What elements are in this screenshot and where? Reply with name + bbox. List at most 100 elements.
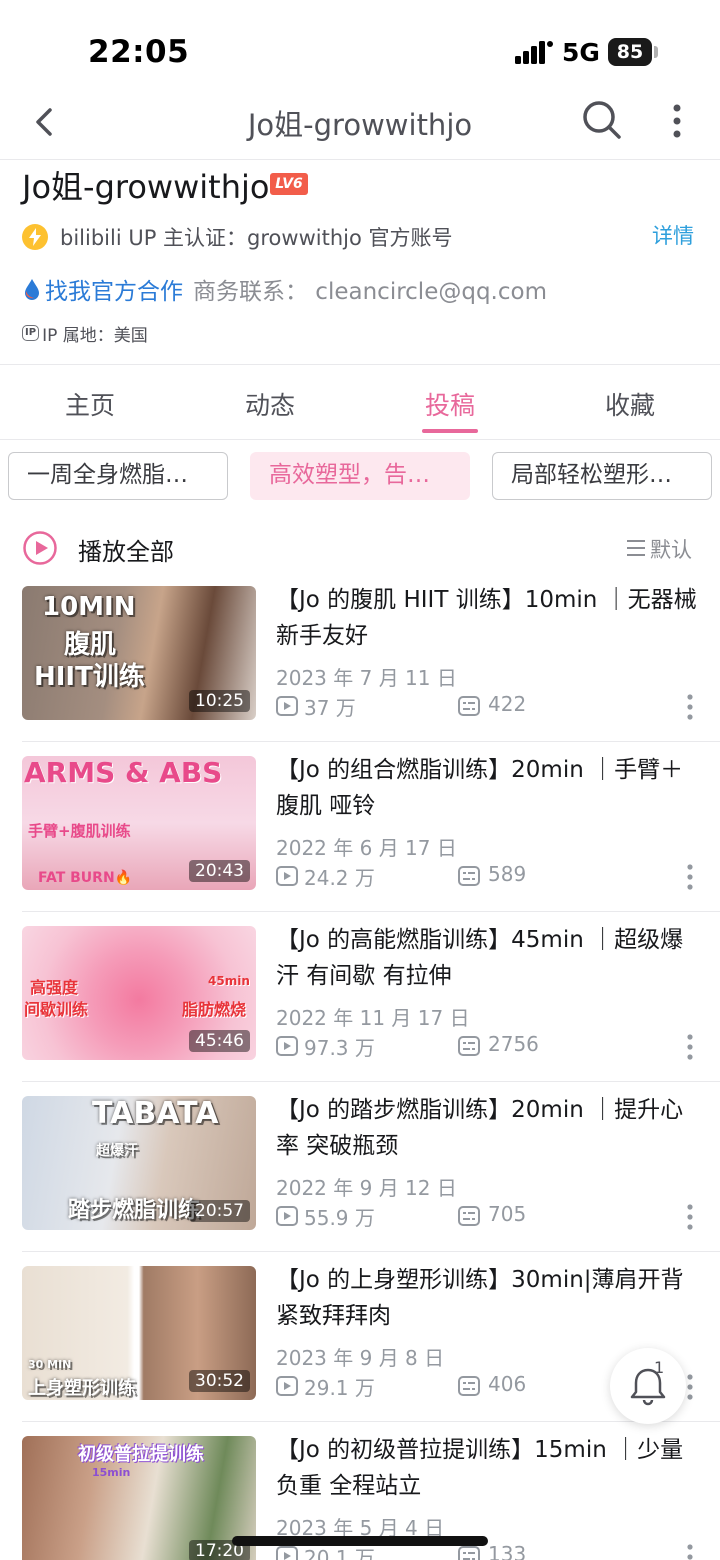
thumbnail-caption: 45min xyxy=(208,974,250,988)
profile-section: Jo姐-growwithjo LV6 bilibili UP 主认证：groww… xyxy=(0,160,720,365)
business-contact: 商务联系： cleancircle@qq.com xyxy=(193,279,547,305)
video-date: 2022 年 9 月 12 日 xyxy=(276,1176,457,1200)
sort-list-icon[interactable] xyxy=(626,539,646,557)
chevron-left-icon[interactable] xyxy=(28,102,64,142)
cooperation-link[interactable]: 找我官方合作 xyxy=(45,272,183,306)
more-vertical-icon[interactable] xyxy=(686,864,694,890)
more-vertical-icon[interactable] xyxy=(686,1034,694,1060)
nav-bar: Jo姐-growwithjo xyxy=(0,84,720,160)
play-circle-icon xyxy=(23,531,57,565)
more-vertical-icon[interactable] xyxy=(686,694,694,720)
thumbnail-caption: TABATA xyxy=(92,1096,219,1131)
tab-uploads[interactable]: 投稿 xyxy=(390,386,510,422)
thumbnail-caption: 手臂+腹肌训练 xyxy=(28,822,131,840)
collection-chip[interactable]: 一周全身燃脂… xyxy=(8,452,228,500)
video-duration: 20:57 xyxy=(189,1200,250,1222)
video-plays: 29.1 万 xyxy=(304,1376,375,1400)
video-thumbnail[interactable]: 高强度 间歇训练 45min 脂肪燃烧 45:46 xyxy=(22,926,256,1060)
video-plays: 55.9 万 xyxy=(304,1206,375,1230)
nav-title: Jo姐-growwithjo xyxy=(247,108,473,142)
video-duration: 30:52 xyxy=(189,1370,250,1392)
profile-name: Jo姐-growwithjo xyxy=(22,168,270,206)
video-plays: 24.2 万 xyxy=(304,866,375,890)
tab-favorites[interactable]: 收藏 xyxy=(570,386,690,422)
tab-home[interactable]: 主页 xyxy=(30,386,150,422)
danmaku-icon xyxy=(458,696,480,716)
video-thumbnail[interactable]: 30 MIN 上身塑形训练 30:52 xyxy=(22,1266,256,1400)
collection-chip-active[interactable]: 高效塑型，告… xyxy=(250,452,470,500)
video-danmaku: 406 xyxy=(488,1372,527,1396)
thumbnail-caption: 间歇训练 xyxy=(24,1000,89,1019)
thumbnail-caption: 踏步燃脂训练 xyxy=(68,1198,201,1223)
video-title[interactable]: 【Jo 的上身塑形训练】30min|薄肩开背 紧致拜拜肉 xyxy=(276,1262,706,1334)
video-item[interactable]: 高强度 间歇训练 45min 脂肪燃烧 45:46 【Jo 的高能燃脂训练】45… xyxy=(0,912,720,1082)
thumbnail-caption: 高强度 xyxy=(30,978,79,997)
thumbnail-caption: 30 MIN xyxy=(28,1358,72,1371)
video-thumbnail[interactable]: TABATA 超爆汗 踏步燃脂训练 20:57 xyxy=(22,1096,256,1230)
danmaku-icon xyxy=(458,1546,480,1560)
thumbnail-caption: 10MIN xyxy=(42,592,136,622)
sort-label[interactable]: 默认 xyxy=(650,534,692,564)
more-vertical-icon[interactable] xyxy=(686,1204,694,1230)
status-time: 22:05 xyxy=(88,34,190,70)
cooperation-row: 找我官方合作 商务联系： cleancircle@qq.com xyxy=(22,272,547,306)
lightning-icon xyxy=(22,224,48,250)
video-item[interactable]: 10MIN 腹肌 HIIT训练 10:25 【Jo 的腹肌 HIIT 训练】10… xyxy=(0,572,720,742)
play-count-icon xyxy=(276,1206,298,1226)
video-thumbnail[interactable]: 10MIN 腹肌 HIIT训练 10:25 xyxy=(22,586,256,720)
play-count-icon xyxy=(276,1376,298,1396)
video-date: 2022 年 11 月 17 日 xyxy=(276,1006,470,1030)
video-title[interactable]: 【Jo 的组合燃脂训练】20min ｜手臂＋腹肌 哑铃 xyxy=(276,752,706,824)
video-danmaku: 422 xyxy=(488,692,527,716)
danmaku-icon xyxy=(458,1376,480,1396)
play-all-row[interactable]: 播放全部 默认 xyxy=(0,526,720,572)
video-title[interactable]: 【Jo 的高能燃脂训练】45min ｜超级爆汗 有间歇 有拉伸 xyxy=(276,922,706,994)
video-duration: 45:46 xyxy=(189,1030,250,1052)
video-plays: 37 万 xyxy=(304,696,356,720)
video-title[interactable]: 【Jo 的踏步燃脂训练】20min ｜提升心率 突破瓶颈 xyxy=(276,1092,706,1164)
certification-row: bilibili UP 主认证：growwithjo 官方账号 xyxy=(22,222,453,252)
danmaku-icon xyxy=(458,866,480,886)
home-indicator xyxy=(232,1536,488,1546)
battery-level: 85 xyxy=(616,41,644,63)
play-count-icon xyxy=(276,1036,298,1056)
thumbnail-caption: ARMS & ABS xyxy=(24,756,223,789)
thumbnail-caption: HIIT训练 xyxy=(34,662,145,692)
tab-bar: 主页 动态 投稿 收藏 xyxy=(0,366,720,440)
more-vertical-icon[interactable] xyxy=(664,102,690,140)
video-title[interactable]: 【Jo 的初级普拉提训练】15min ｜少量负重 全程站立 xyxy=(276,1432,706,1504)
battery-icon: 85 xyxy=(608,38,652,66)
certification-text: bilibili UP 主认证：growwithjo 官方账号 xyxy=(60,226,453,250)
video-danmaku: 133 xyxy=(488,1542,527,1560)
network-label: 5G xyxy=(562,38,600,67)
more-vertical-icon[interactable] xyxy=(686,1374,694,1400)
video-date: 2023 年 9 月 8 日 xyxy=(276,1346,445,1370)
video-item[interactable]: ARMS & ABS 手臂+腹肌训练 FAT BURN🔥 20:43 【Jo 的… xyxy=(0,742,720,912)
level-badge: LV6 xyxy=(270,173,308,195)
video-thumbnail[interactable]: 初级普拉提训练 15min 17:20 xyxy=(22,1436,256,1560)
tab-dynamic[interactable]: 动态 xyxy=(210,386,330,422)
notification-button[interactable] xyxy=(610,1348,686,1424)
detail-link[interactable]: 详情 xyxy=(652,220,694,250)
ip-location: IP 属地：美国 xyxy=(42,325,148,346)
video-item[interactable]: TABATA 超爆汗 踏步燃脂训练 20:57 【Jo 的踏步燃脂训练】20mi… xyxy=(0,1082,720,1252)
thumbnail-caption: 脂肪燃烧 xyxy=(182,1000,247,1019)
droplet-icon xyxy=(25,279,39,300)
video-title[interactable]: 【Jo 的腹肌 HIIT 训练】10min ｜无器械 新手友好 xyxy=(276,582,706,654)
search-icon[interactable] xyxy=(580,98,624,142)
notification-count: 1 xyxy=(654,1358,665,1377)
tab-active-indicator xyxy=(422,429,478,433)
video-thumbnail[interactable]: ARMS & ABS 手臂+腹肌训练 FAT BURN🔥 20:43 xyxy=(22,756,256,890)
video-date: 2022 年 6 月 17 日 xyxy=(276,836,457,860)
collection-chip[interactable]: 局部轻松塑形… xyxy=(492,452,712,500)
more-vertical-icon[interactable] xyxy=(686,1544,694,1560)
video-plays: 97.3 万 xyxy=(304,1036,375,1060)
thumbnail-caption: FAT BURN🔥 xyxy=(38,870,133,886)
play-count-icon xyxy=(276,1546,298,1560)
video-danmaku: 705 xyxy=(488,1202,527,1226)
danmaku-icon xyxy=(458,1206,480,1226)
video-danmaku: 589 xyxy=(488,862,527,886)
danmaku-icon xyxy=(458,1036,480,1056)
ip-row: IP IP 属地：美国 xyxy=(22,320,148,346)
video-duration: 20:43 xyxy=(189,860,250,882)
